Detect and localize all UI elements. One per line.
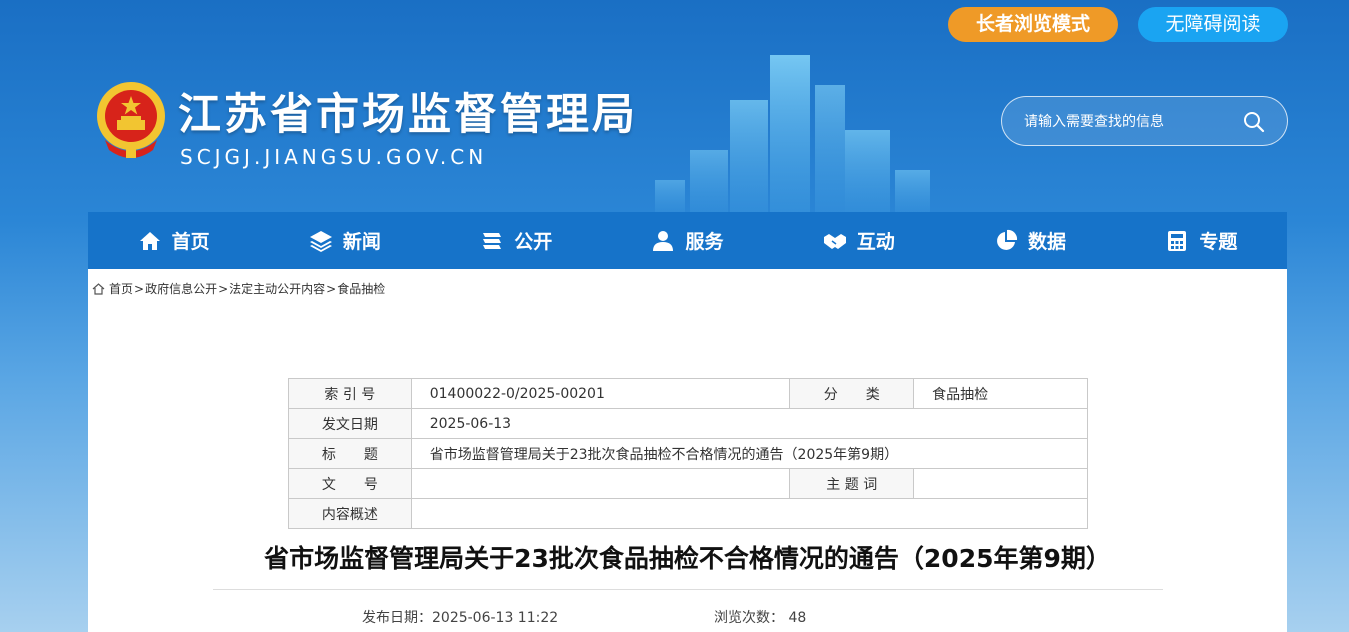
index-label: 索 引 号 <box>288 378 412 409</box>
keyword-value <box>913 468 1088 499</box>
nav-item-data[interactable]: 数据 <box>944 212 1115 269</box>
people-icon <box>653 230 674 251</box>
elder-mode-button[interactable]: 长者浏览模式 <box>948 7 1118 42</box>
search-box <box>1001 96 1288 146</box>
nav-item-service[interactable]: 服务 <box>602 212 773 269</box>
nav-label: 首页 <box>171 231 210 253</box>
breadcrumb-link-home[interactable]: 首页 <box>109 280 133 297</box>
pie-chart-icon <box>997 229 1018 250</box>
nav-label: 新闻 <box>342 231 381 253</box>
summary-label: 内容概述 <box>288 498 412 529</box>
nav-label: 服务 <box>685 231 724 253</box>
date-value: 2025-06-13 <box>410 408 1089 439</box>
category-value: 食品抽检 <box>913 378 1088 409</box>
divider <box>213 589 1163 590</box>
content-panel: 首页 > 政府信息公开 > 法定主动公开内容 > 食品抽检 索 引 号 0140002… <box>88 269 1287 632</box>
index-value: 01400022-0/2025-00201 <box>410 378 791 409</box>
home-icon <box>92 282 105 295</box>
breadcrumb-link-statutory[interactable]: 法定主动公开内容 <box>229 280 325 297</box>
title-value: 省市场监督管理局关于23批次食品抽检不合格情况的通告（2025年第9期） <box>410 438 1089 469</box>
nav-label: 公开 <box>514 231 553 253</box>
breadcrumb: 首页 > 政府信息公开 > 法定主动公开内容 > 食品抽检 <box>92 280 385 297</box>
docno-label: 文 号 <box>288 468 412 499</box>
docno-value <box>410 468 791 499</box>
layers-icon <box>309 230 332 252</box>
nav-label: 专题 <box>1199 231 1238 253</box>
date-label: 发文日期 <box>288 408 412 439</box>
breadcrumb-link-food-check[interactable]: 食品抽检 <box>337 280 385 297</box>
national-emblem-logo <box>97 82 165 158</box>
stack-icon <box>483 232 502 249</box>
nav-item-open[interactable]: 公开 <box>431 212 602 269</box>
site-title[interactable]: 江苏省市场监督管理局 <box>178 80 638 142</box>
nav-label: 互动 <box>856 231 895 253</box>
keyword-label: 主 题 词 <box>789 468 915 499</box>
site-url: SCJGJ.JIANGSU.GOV.CN <box>180 145 488 169</box>
search-icon[interactable] <box>1243 111 1265 133</box>
search-input[interactable] <box>1024 109 1224 135</box>
summary-value <box>410 498 1089 529</box>
main-nav: 首页 新闻 公开 服务 互动 数据 专题 <box>88 212 1287 269</box>
view-count: 浏览次数： 48 <box>714 610 807 626</box>
handshake-icon <box>823 233 846 249</box>
calculator-icon <box>1168 230 1187 251</box>
article-title: 省市场监督管理局关于23批次食品抽检不合格情况的通告（2025年第9期） <box>264 544 1111 573</box>
nav-item-special[interactable]: 专题 <box>1116 212 1287 269</box>
title-label: 标 题 <box>288 438 412 469</box>
nav-item-news[interactable]: 新闻 <box>259 212 430 269</box>
document-meta-table: 索 引 号 01400022-0/2025-00201 分 类 食品抽检 发文日… <box>288 378 1089 529</box>
accessible-reading-button[interactable]: 无障碍阅读 <box>1138 7 1288 42</box>
nav-item-interact[interactable]: 互动 <box>773 212 944 269</box>
breadcrumb-link-gov-info[interactable]: 政府信息公开 <box>145 280 217 297</box>
nav-item-home[interactable]: 首页 <box>88 212 259 269</box>
category-label: 分 类 <box>789 378 915 409</box>
nav-label: 数据 <box>1028 231 1067 253</box>
publish-date: 发布日期：2025-06-13 11:22 <box>362 610 559 626</box>
home-icon <box>139 231 160 250</box>
